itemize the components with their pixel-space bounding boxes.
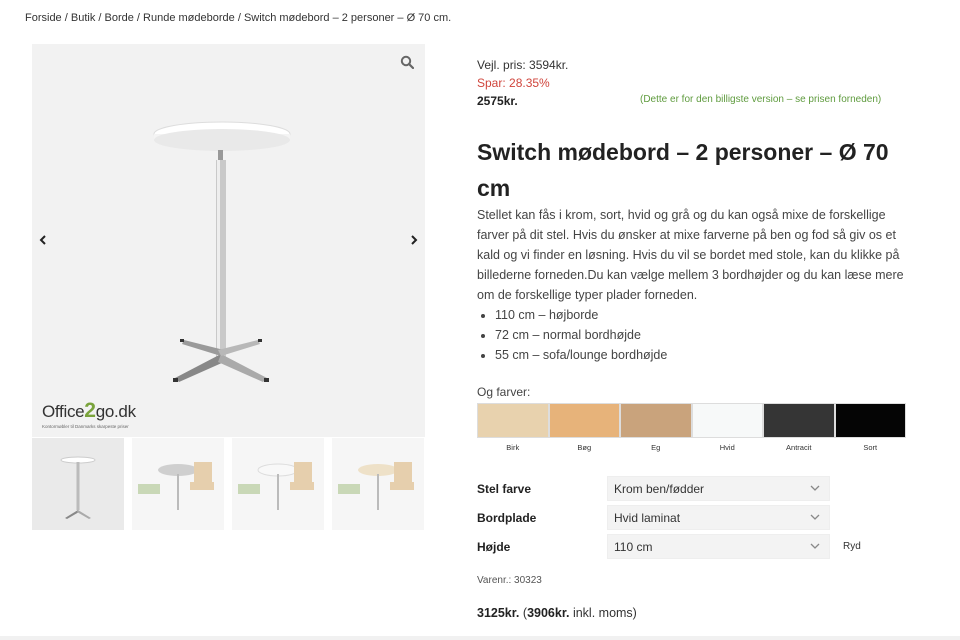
description-text: Stellet kan fås i krom, sort, hvid og gr… [477,208,904,302]
height-list: 110 cm – højborde 72 cm – normal bordhøj… [477,305,907,365]
option-row-stel: Stel farve Krom ben/fødder [477,476,897,505]
swatch-label: Bøg [577,443,592,452]
list-item: 55 cm – sofa/lounge bordhøjde [495,345,907,365]
table-illustration [153,121,291,382]
thumbnail-table-chairs-image [338,462,414,510]
hojde-label: Højde [477,540,511,554]
logo-tagline: Kontormøbler til Danmarks skarpeste pris… [42,424,129,429]
swatch-eg[interactable]: Eg [620,403,692,452]
breadcrumb-separator: / [61,12,71,24]
swatch-antracit[interactable]: Antracit [763,403,835,452]
current-price: 2575kr. [477,94,518,108]
thumbnail-table-chairs-image [138,462,214,510]
bordplade-value: Hvid laminat [614,511,681,525]
stel-select[interactable]: Krom ben/fødder [607,476,830,501]
list-item: 110 cm – højborde [495,305,907,325]
swatch-label: Hvid [719,443,735,452]
breadcrumb-round-tables[interactable]: Runde mødeborde [143,12,235,24]
breadcrumb-tables[interactable]: Borde [105,12,134,24]
swatch-label: Eg [651,443,661,452]
recommended-price: Vejl. pris: 3594kr. [477,58,569,72]
swatch-label: Birk [506,443,520,452]
swatch-sort[interactable]: Sort [834,403,906,452]
thumbnail-2[interactable] [132,438,224,530]
gallery-next-button[interactable] [406,232,422,248]
breadcrumb-current: Switch mødebord – 2 personer – Ø 70 cm. [243,12,452,24]
chevron-right-icon [411,235,418,245]
cheapest-version-note: (Dette er for den billigste version – se… [640,94,882,105]
product-description: Stellet kan fås i krom, sort, hvid og gr… [477,205,907,365]
logo-domain: go.dk [95,402,136,421]
hojde-value: 110 cm [614,540,653,554]
product-title: Switch mødebord – 2 personer – Ø 70 cm [477,139,889,201]
page-bottom-divider [0,636,960,640]
color-swatches: Birk Bøg Eg Hvid Antracit Sort [477,403,906,452]
swatch-chip [763,403,835,438]
option-row-hojde: Højde 110 cm Ryd [477,534,897,563]
thumbnail-table-chairs-image [238,462,314,510]
chevron-down-icon [810,514,820,520]
reset-options-link[interactable]: Ryd [843,541,861,552]
option-row-bordplade: Bordplade Hvid laminat [477,505,897,534]
savings-percent: Spar: 28.35% [477,76,550,90]
swatch-label: Antracit [786,443,812,452]
swatch-label: Sort [863,443,878,452]
thumbnail-3[interactable] [232,438,324,530]
thumbnail-1[interactable] [32,438,124,530]
price-block: Vejl. pris: 3594kr. Spar: 28.35% 2575kr. [477,56,568,110]
bordplade-select[interactable]: Hvid laminat [607,505,830,530]
breadcrumb-separator: / [234,12,244,24]
swatch-chip [691,403,763,438]
variant-options: Stel farve Krom ben/fødder Bordplade Hvi… [477,476,897,563]
breadcrumb-home[interactable]: Forside [25,12,62,24]
search-icon [400,55,414,69]
stel-value: Krom ben/fødder [614,482,705,496]
variant-price: 3125kr. (3906kr. inkl. moms) [477,606,637,620]
swatch-birk[interactable]: Birk [477,403,549,452]
colors-label: Og farver: [477,385,531,399]
brand-logo: Office2go.dk Kontormøbler til Danmarks s… [42,399,136,429]
logo-number: 2 [84,399,96,422]
variant-price-excl: 3125kr. [477,606,520,620]
sku-number: Varenr.: 30323 [477,575,542,586]
chevron-down-icon [810,485,820,491]
breadcrumb-shop[interactable]: Butik [71,12,95,24]
swatch-chip [548,403,620,438]
gallery-prev-button[interactable] [35,232,51,248]
swatch-chip [620,403,692,438]
logo-text: Office [42,402,85,421]
breadcrumb: Forside / Butik / Borde / Runde mødebord… [25,12,451,24]
variant-price-incl: 3906kr. [527,606,570,620]
breadcrumb-separator: / [95,12,105,24]
thumbnail-4[interactable] [332,438,424,530]
swatch-hvid[interactable]: Hvid [691,403,763,452]
swatch-chip [834,403,906,438]
bordplade-label: Bordplade [477,511,537,525]
breadcrumb-separator: / [133,12,144,24]
list-item: 72 cm – normal bordhøjde [495,325,907,345]
incl-vat-text: inkl. moms) [569,606,637,620]
thumbnail-table-image [60,456,96,519]
chevron-left-icon [39,235,46,245]
stel-label: Stel farve [477,482,532,496]
price-open-paren: ( [519,606,528,620]
chevron-down-icon [810,543,820,549]
swatch-bog[interactable]: Bøg [548,403,620,452]
product-main-image[interactable]: Office2go.dk Kontormøbler til Danmarks s… [32,44,425,437]
hojde-select[interactable]: 110 cm [607,534,830,559]
swatch-chip [477,403,549,438]
zoom-button[interactable] [397,52,417,72]
thumbnail-strip [32,438,425,530]
